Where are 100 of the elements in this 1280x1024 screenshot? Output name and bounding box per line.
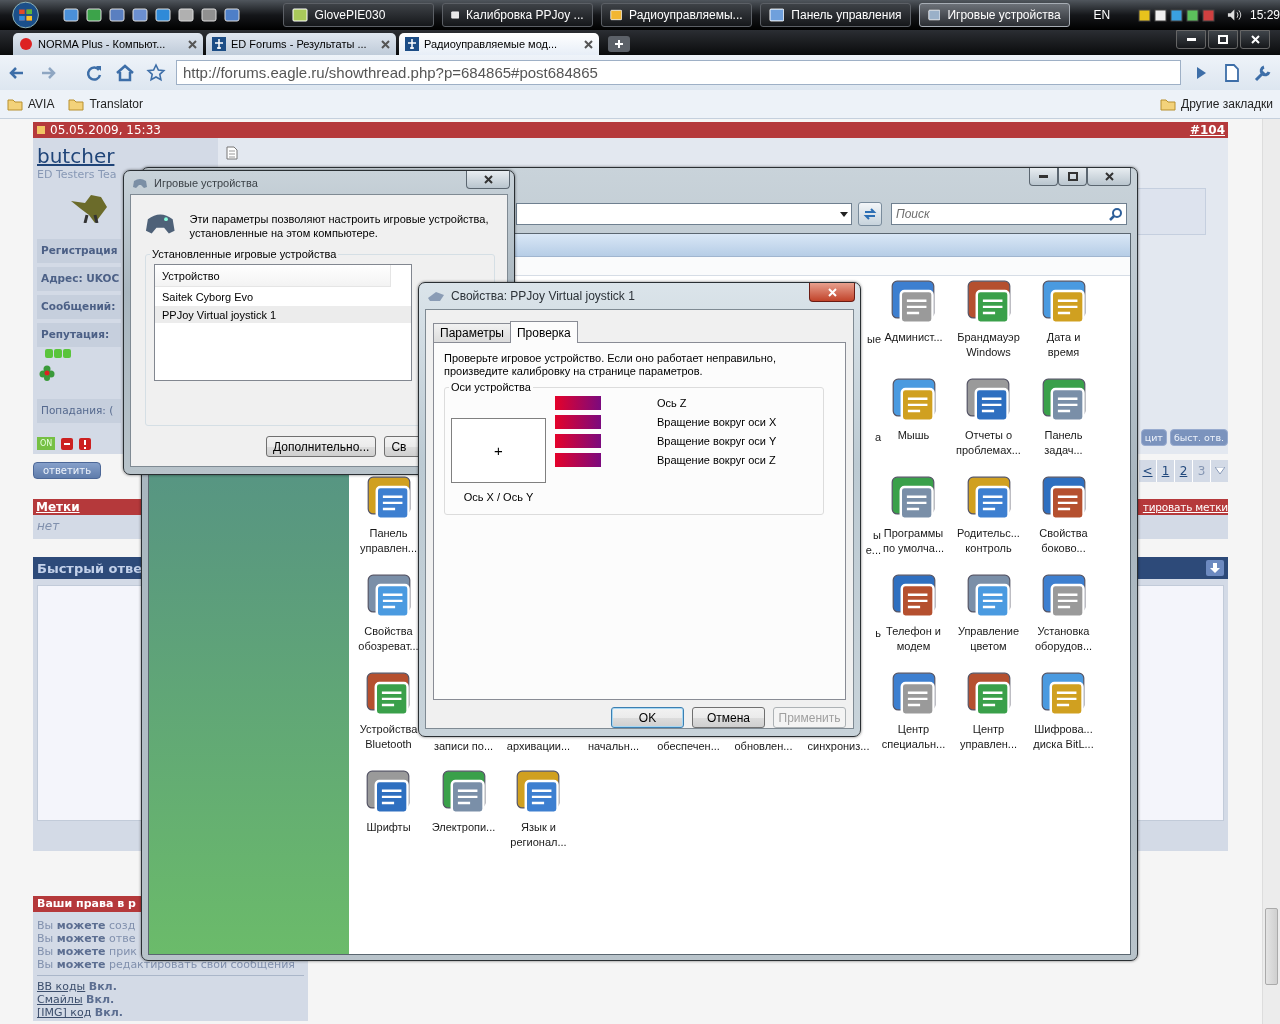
device-row[interactable]: Saitek Cyborg Evo <box>155 288 411 305</box>
bookmark-folder[interactable]: Другие закладки <box>1160 97 1273 111</box>
group-title: Оси устройства <box>449 381 533 393</box>
control-panel-item[interactable]: Дата и время <box>1041 280 1086 360</box>
profile-field: Регистрация <box>37 239 121 263</box>
browser-tab[interactable]: ED Forums - Результаты ... <box>206 33 396 55</box>
address-bar[interactable]: http://forums.eagle.ru/showthread.php?p=684865#post684865 <box>175 60 1182 85</box>
control-panel-item[interactable]: Панель задач... <box>1041 378 1086 458</box>
taskbar-button[interactable]: GlovePIE030 <box>282 3 434 27</box>
dialog-button[interactable]: Отмена <box>692 707 765 728</box>
taskbar-button[interactable]: Радиоуправляемы... <box>600 3 752 27</box>
record-icon <box>19 37 33 51</box>
dialog-tab[interactable]: Параметры <box>433 323 511 342</box>
control-panel-item[interactable]: Шрифты <box>366 770 411 835</box>
maximize-button[interactable] <box>1058 168 1087 186</box>
control-panel-item[interactable]: Центр управлен... <box>959 672 1018 752</box>
scrollbar-thumb[interactable] <box>1265 908 1278 985</box>
quick-launch-icon[interactable] <box>109 7 126 23</box>
maximize-button[interactable] <box>1208 30 1238 49</box>
bookmark-star-icon[interactable] <box>144 61 167 84</box>
post-number-link[interactable]: #104 <box>1189 123 1225 137</box>
close-button[interactable] <box>809 283 855 302</box>
dialog-button: Применить <box>773 707 846 728</box>
device-row[interactable]: PPJoy Virtual joystick 1 <box>155 306 411 323</box>
dialog-tab[interactable]: Проверка <box>509 321 578 343</box>
bookmark-folder[interactable]: Translator <box>68 97 144 111</box>
close-button[interactable] <box>1240 30 1270 49</box>
advanced-button[interactable]: Дополнительно... <box>266 436 377 457</box>
applet-icon <box>441 770 486 814</box>
tray-icon[interactable] <box>1186 8 1200 22</box>
address-field[interactable] <box>516 203 852 225</box>
page-link[interactable]: 1 <box>1156 459 1174 482</box>
tags-title-link[interactable]: Метки <box>36 500 80 514</box>
control-panel-item[interactable]: Свойства обозреват... <box>358 574 419 654</box>
quick-launch-icon[interactable] <box>178 7 195 23</box>
applet-icon <box>1041 476 1086 520</box>
scrollbar[interactable] <box>1262 119 1280 1024</box>
taskbar-button[interactable]: Панель управления <box>759 3 911 27</box>
control-panel-item[interactable]: Брандмауэр Windows <box>957 280 1020 360</box>
profile-field: Репутация: <box>37 323 121 347</box>
applet-icon <box>516 770 561 814</box>
report-icon[interactable] <box>79 437 92 450</box>
setting-link[interactable]: BB коды <box>37 980 86 993</box>
quick-launch-icon[interactable] <box>201 7 218 23</box>
dialog-button[interactable]: OK <box>611 707 684 728</box>
tray-icon[interactable] <box>1170 8 1184 22</box>
flower-icon <box>39 365 55 381</box>
clock[interactable]: 15:29 <box>1249 8 1280 22</box>
quick-launch-icon[interactable] <box>86 7 103 23</box>
control-panel-item[interactable]: Мышь <box>891 378 936 443</box>
rights-line: Вы можете созд <box>37 919 137 932</box>
control-panel-item[interactable]: Управление цветом <box>957 574 1020 654</box>
volume-icon[interactable] <box>1227 8 1242 22</box>
dropdown-icon[interactable] <box>1214 467 1225 474</box>
page-link[interactable]: 2 <box>1174 459 1192 482</box>
control-panel-item[interactable]: Отчеты о проблемах... <box>956 378 1021 458</box>
start-button[interactable] <box>10 0 42 30</box>
language-indicator[interactable]: EN <box>1093 8 1131 22</box>
minimize-button[interactable] <box>1029 168 1058 186</box>
close-button[interactable] <box>466 171 510 189</box>
axis-label: Вращение вокруг оси X <box>657 416 777 428</box>
refresh-button[interactable] <box>858 202 882 226</box>
setting-link[interactable]: [IMG] код <box>37 1006 92 1019</box>
quick-launch-icon[interactable] <box>224 7 241 23</box>
tray-icon[interactable] <box>1154 8 1168 22</box>
taskbar-button[interactable]: Калибровка PPJoy ... <box>441 3 593 27</box>
setting-link[interactable]: Смайлы <box>37 993 83 1006</box>
control-panel-item[interactable]: Телефон и модем <box>886 574 941 654</box>
control-panel-item[interactable]: Установка оборудов... <box>1034 574 1093 654</box>
control-panel-item[interactable]: Шифрова... диска BitL... <box>1033 672 1094 752</box>
control-panel-item[interactable]: Электропи... <box>431 770 496 835</box>
control-panel-item[interactable]: Устройства Bluetooth <box>359 672 418 752</box>
tray-icon[interactable] <box>1138 8 1152 22</box>
minimize-button[interactable] <box>1176 30 1206 49</box>
bookmark-folder[interactable]: AVIA <box>7 97 55 111</box>
search-field[interactable]: Поиск <box>891 203 1127 225</box>
applet-icon <box>366 672 411 716</box>
new-tab-button[interactable] <box>608 36 630 52</box>
quick-launch-icon[interactable] <box>132 7 149 23</box>
applet-icon <box>891 672 936 716</box>
post-date: 05.05.2009, 15:33 <box>50 123 161 137</box>
taskbar-button[interactable]: Игровые устройства <box>918 3 1070 27</box>
collapse-icon[interactable] <box>1206 560 1224 576</box>
column-header[interactable]: Устройство <box>155 265 391 287</box>
device-list[interactable]: Устройство Saitek Cyborg Evo PPJoy Virtual joystick 1 <box>154 264 412 381</box>
quick-launch-icon[interactable] <box>63 7 80 23</box>
browser-tab[interactable]: Радиоуправляемые мод... <box>399 33 599 55</box>
aircraft-icon <box>212 37 226 51</box>
close-button[interactable] <box>1087 168 1131 186</box>
applet-icon <box>366 476 411 520</box>
username-link[interactable]: butcher <box>37 144 214 168</box>
quick-launch-icon[interactable] <box>155 7 172 23</box>
control-panel-item[interactable]: Админист... <box>884 280 943 345</box>
item-label: а <box>874 430 881 445</box>
edit-tags-link[interactable]: тировать метки <box>1142 501 1228 513</box>
applet-icon <box>1041 378 1086 422</box>
online-status-badge: ON <box>37 437 56 450</box>
control-panel-item[interactable]: Центр специальн... <box>881 672 946 752</box>
browser-tab[interactable]: NORMA Plus - Компьют... <box>13 33 203 55</box>
control-panel-item[interactable]: Язык и регионал... <box>510 770 567 850</box>
